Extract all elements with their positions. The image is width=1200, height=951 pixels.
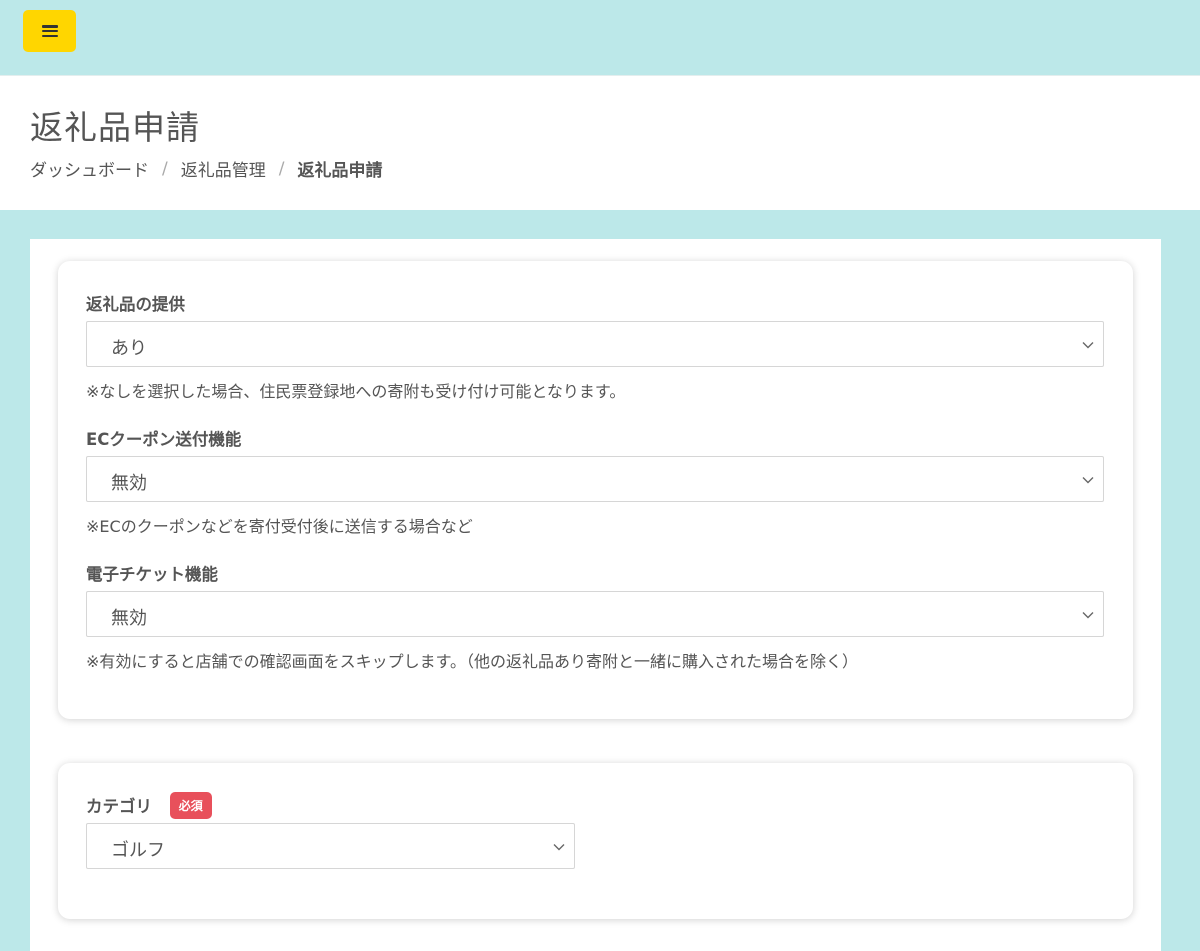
ec-coupon-select[interactable]: 無効 <box>86 456 1104 502</box>
chevron-down-icon <box>553 844 565 851</box>
category-label-row: カテゴリ 必須 <box>86 792 212 819</box>
chevron-down-icon <box>1082 612 1094 619</box>
category-value: ゴルフ <box>111 840 165 861</box>
category-label: カテゴリ <box>86 797 152 816</box>
top-bar <box>0 0 1200 74</box>
page-title: 返礼品申請 <box>30 108 200 147</box>
main-content: 返礼品の提供 あり ※なしを選択した場合、住民票登録地への寄附も受け付け可能とな… <box>30 239 1161 951</box>
required-badge: 必須 <box>169 792 212 819</box>
return-gift-select[interactable]: あり <box>86 321 1104 367</box>
breadcrumb-separator: / <box>162 158 168 179</box>
page-header: 返礼品申請 ダッシュボード / 返礼品管理 / 返礼品申請 <box>0 75 1200 210</box>
ec-coupon-label: ECクーポン送付機能 <box>86 430 242 449</box>
chevron-down-icon <box>1082 477 1094 484</box>
category-select[interactable]: ゴルフ <box>86 823 575 869</box>
category-card: カテゴリ 必須 ゴルフ <box>58 763 1133 919</box>
breadcrumb: ダッシュボード / 返礼品管理 / 返礼品申請 <box>30 156 383 182</box>
e-ticket-value: 無効 <box>111 608 147 629</box>
menu-toggle-button[interactable] <box>23 10 76 52</box>
breadcrumb-separator: / <box>278 158 285 179</box>
ec-coupon-value: 無効 <box>111 473 147 494</box>
breadcrumb-item-dashboard[interactable]: ダッシュボード <box>30 156 149 181</box>
gift-settings-card: 返礼品の提供 あり ※なしを選択した場合、住民票登録地への寄附も受け付け可能とな… <box>58 261 1133 719</box>
hamburger-icon <box>41 25 58 37</box>
e-ticket-select[interactable]: 無効 <box>86 591 1104 637</box>
e-ticket-help: ※有効にすると店舗での確認画面をスキップします。（他の返礼品あり寄附と一緒に購入… <box>86 652 858 671</box>
breadcrumb-item-gift-management[interactable]: 返礼品管理 <box>181 156 266 181</box>
return-gift-value: あり <box>111 338 147 359</box>
e-ticket-label: 電子チケット機能 <box>86 565 218 584</box>
ec-coupon-help: ※ECのクーポンなどを寄付受付後に送信する場合など <box>86 517 473 536</box>
return-gift-help: ※なしを選択した場合、住民票登録地への寄附も受け付け可能となります。 <box>86 382 626 401</box>
chevron-down-icon <box>1082 342 1094 349</box>
return-gift-label: 返礼品の提供 <box>86 295 185 314</box>
breadcrumb-item-current: 返礼品申請 <box>297 161 383 181</box>
